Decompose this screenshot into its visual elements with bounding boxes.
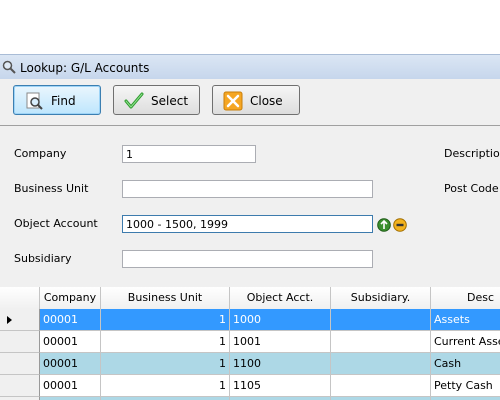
business-unit-label: Business Unit — [14, 182, 89, 195]
row-header-corner — [0, 287, 40, 309]
select-label: Select — [151, 94, 189, 108]
minus-icon[interactable] — [393, 218, 407, 232]
toolbar-divider — [0, 125, 500, 126]
cell-company[interactable]: 00001 — [40, 375, 101, 397]
checkmark-icon — [124, 92, 144, 109]
cell-description[interactable]: Assets — [431, 309, 500, 331]
cell-business-unit[interactable]: 1 — [101, 309, 230, 331]
cell-business-unit[interactable]: 1 — [101, 331, 230, 353]
cell-object-acct[interactable]: 1000 — [230, 309, 331, 331]
cell-business-unit[interactable]: 1 — [101, 353, 230, 375]
row-header[interactable] — [0, 309, 40, 331]
row-header[interactable] — [0, 353, 40, 375]
current-row-pointer-icon — [7, 316, 12, 324]
column-header-company[interactable]: Company — [40, 287, 101, 309]
find-button[interactable]: Find — [13, 85, 101, 115]
column-header-business-unit[interactable]: Business Unit — [101, 287, 230, 309]
window-title: Lookup: G/L Accounts — [20, 61, 150, 75]
column-header-subsidiary[interactable]: Subsidiary. — [331, 287, 431, 309]
close-button[interactable]: Close — [212, 85, 300, 115]
table-row[interactable]: 00001 1 1000 Assets — [0, 309, 500, 331]
title-bar: Lookup: G/L Accounts — [0, 54, 500, 79]
cell-business-unit[interactable]: 1 — [101, 375, 230, 397]
row-header[interactable] — [0, 331, 40, 353]
cell-description[interactable]: Cash — [431, 353, 500, 375]
grid-header: Company Business Unit Object Acct. Subsi… — [0, 287, 500, 310]
description-label: Description — [444, 147, 500, 160]
table-row[interactable]: 00001 1 1001 Current Assets — [0, 331, 500, 353]
column-header-object-acct[interactable]: Object Acct. — [230, 287, 331, 309]
company-label: Company — [14, 147, 67, 160]
cell-object-acct[interactable]: 1001 — [230, 331, 331, 353]
column-header-description[interactable]: Desc — [431, 287, 500, 309]
cell-subsidiary[interactable] — [331, 375, 431, 397]
row-header[interactable] — [0, 375, 40, 397]
object-account-label: Object Account — [14, 217, 98, 230]
select-button[interactable]: Select — [113, 85, 200, 115]
table-row[interactable]: 00001 1 1100 Cash — [0, 353, 500, 375]
cell-company[interactable]: 00001 — [40, 331, 101, 353]
toolbar: Find Select Close — [0, 79, 500, 125]
find-label: Find — [51, 94, 76, 108]
business-unit-input[interactable] — [122, 180, 373, 198]
green-arrow-icon[interactable] — [377, 218, 391, 232]
cell-company[interactable]: 00001 — [40, 309, 101, 331]
cell-subsidiary[interactable] — [331, 353, 431, 375]
close-label: Close — [250, 94, 283, 108]
cell-description[interactable]: Petty Cash — [431, 375, 500, 397]
lookup-window: Lookup: G/L Accounts Find Select Close C… — [0, 54, 500, 400]
magnifier-doc-icon — [26, 92, 43, 110]
post-code-label: Post Code — [444, 182, 499, 195]
magnifier-icon — [2, 60, 16, 74]
cell-description[interactable]: Current Assets — [431, 331, 500, 353]
x-icon — [223, 91, 243, 111]
subsidiary-input[interactable] — [122, 250, 373, 268]
subsidiary-label: Subsidiary — [14, 252, 72, 265]
cell-object-acct[interactable]: 1100 — [230, 353, 331, 375]
object-account-input[interactable] — [122, 215, 373, 233]
table-row[interactable]: 00001 1 1105 Petty Cash — [0, 375, 500, 397]
cell-company[interactable]: 00001 — [40, 353, 101, 375]
company-input[interactable] — [122, 145, 256, 163]
cell-object-acct[interactable]: 1105 — [230, 375, 331, 397]
cell-subsidiary[interactable] — [331, 309, 431, 331]
cell-subsidiary[interactable] — [331, 331, 431, 353]
results-grid[interactable]: Company Business Unit Object Acct. Subsi… — [0, 287, 500, 400]
